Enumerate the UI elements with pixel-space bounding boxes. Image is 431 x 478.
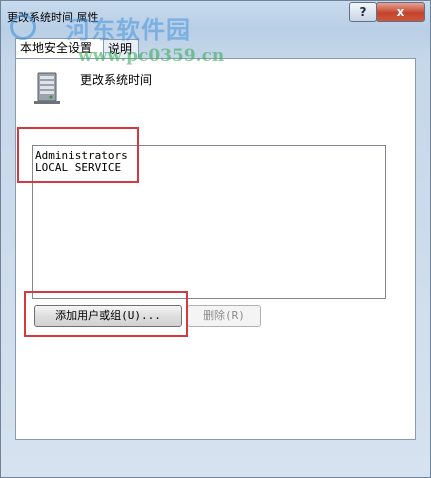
list-item[interactable]: LOCAL SERVICE xyxy=(35,161,121,174)
title-bar[interactable]: 更改系统时间 属性 ? x xyxy=(1,1,430,31)
tab-local-security-setting[interactable]: 本地安全设置 xyxy=(15,38,109,59)
policy-name: 更改系统时间 xyxy=(80,73,153,87)
server-policy-icon xyxy=(34,72,60,104)
tab-panel: 更改系统时间 Administrators LOCAL SERVICE 添加用户… xyxy=(15,58,416,440)
tab-explain[interactable]: 说明 xyxy=(103,39,139,58)
remove-button[interactable]: 删除(R) xyxy=(187,305,261,327)
window-title: 更改系统时间 属性 xyxy=(7,11,99,24)
close-button[interactable]: x xyxy=(376,2,425,22)
members-list[interactable]: Administrators LOCAL SERVICE xyxy=(32,145,386,299)
dialog-footer xyxy=(1,441,430,477)
help-icon: ? xyxy=(359,5,367,19)
add-user-or-group-button[interactable]: 添加用户或组(U)... xyxy=(34,305,182,327)
help-button[interactable]: ? xyxy=(349,2,377,22)
properties-window: 更改系统时间 属性 ? x 本地安全设置 说明 更改系统时间 Administr… xyxy=(0,0,431,478)
close-icon: x xyxy=(396,5,405,19)
